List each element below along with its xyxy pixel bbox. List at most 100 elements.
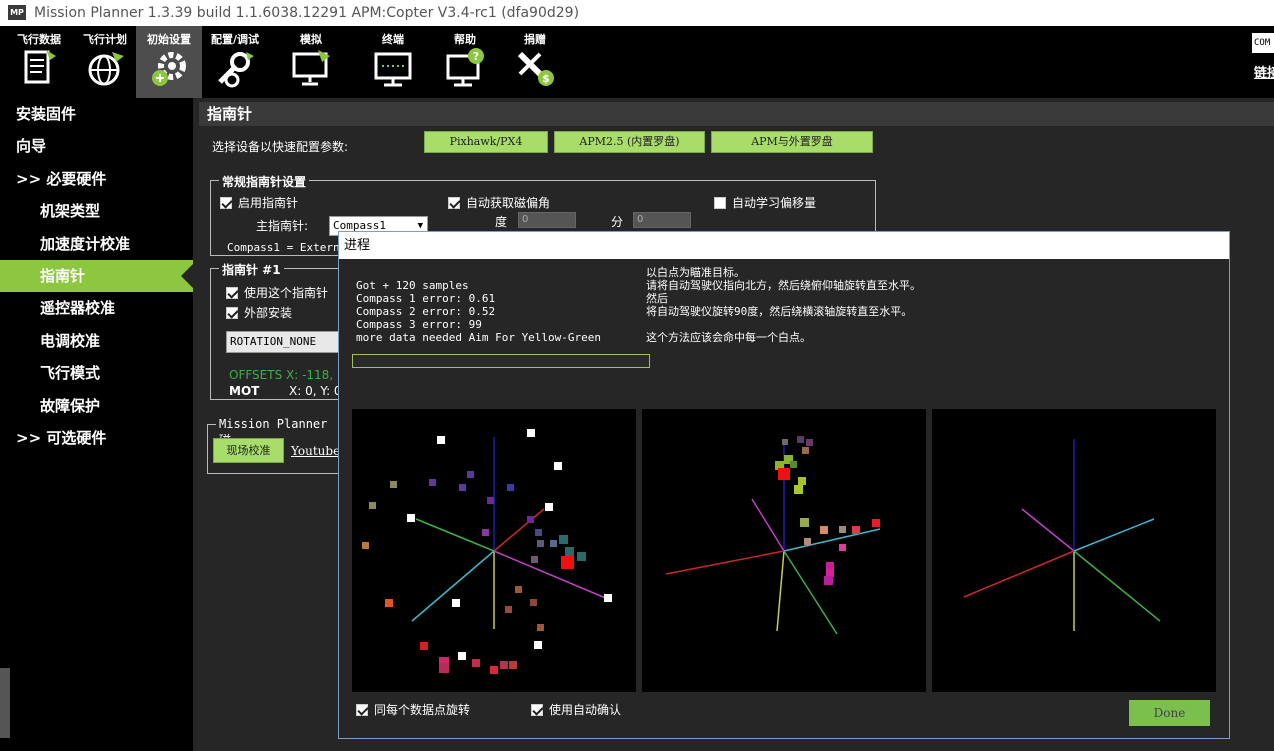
auto-accept-checkbox[interactable]: 使用自动确认 [531,701,621,718]
sidebar-item-compass[interactable]: 指南针 [0,259,193,293]
toolbar-label: 模拟 [300,33,322,46]
axis-line [751,498,785,552]
sidebar-item-mandatory-hardware[interactable]: >> 必要硬件 [0,163,193,195]
minute-input[interactable]: 0 [633,212,691,228]
rotation-select[interactable]: ROTATION_NONE [226,331,342,353]
sidebar-scroll-handle[interactable] [0,668,10,738]
toolbar-label: 捐赠 [524,33,546,46]
sample-point [826,569,834,577]
axis-line [665,550,785,575]
sidebar-item-label: 指南针 [40,266,86,285]
sidebar-item-optional-hardware[interactable]: >> 可选硬件 [0,422,193,454]
sidebar-item-failsafe[interactable]: 故障保护 [0,390,193,422]
done-button[interactable]: Done [1129,700,1210,726]
preset-apm-external-button[interactable]: APM与外置罗盘 [711,131,873,153]
checkbox-label: 同每个数据点旋转 [374,703,471,717]
toolbar-flight-plan[interactable]: 飞行计划 [72,26,138,98]
axis-line [963,550,1075,598]
com-port-select[interactable]: COM [1252,33,1274,53]
mot-label: MOT [229,384,260,398]
offsets-readout: OFFSETS X: -118, [229,368,334,382]
sample-point [794,485,803,494]
flight-plan-icon [88,52,124,86]
sidebar-item-wizard[interactable]: 向导 [0,130,193,162]
sample-point [505,606,512,613]
toolbar-initial-setup[interactable]: 初始设置 [136,26,202,98]
rotate-with-points-checkbox[interactable]: 同每个数据点旋转 [356,701,470,718]
toolbar-simulation[interactable]: 模拟 [278,26,344,98]
checkbox-label: 使用这个指南针 [244,286,329,300]
sample-point [537,624,544,631]
mot-readout: X: 0, Y: 0 [289,384,342,398]
toolbar-help[interactable]: 帮助 ? [432,26,498,98]
checkbox-box [220,197,232,209]
sidebar-item-frame-type[interactable]: 机架类型 [0,195,193,227]
axis-line [1021,508,1075,552]
sidebar-item-accel-calibration[interactable]: 加速度计校准 [0,228,193,260]
instruction-line: 请将自动驾驶仪指向北方，然后绕俯仰轴旋转直至水平。 [646,279,921,292]
sample-point [565,547,574,556]
sample-point [490,666,498,674]
preset-label: 选择设备以快速配置参数: [212,140,349,154]
toolbar-donate[interactable]: 捐赠 $ [502,26,568,98]
sample-point [577,552,586,561]
connect-button[interactable]: 链接 [1254,62,1274,81]
log-line: Compass 3 error: 99 [356,318,482,331]
group-title: 指南针 #1 [219,261,284,278]
external-mount-checkbox[interactable]: 外部安装 [226,304,292,321]
toolbar-terminal[interactable]: 终端 [360,26,426,98]
youtube-link[interactable]: Youtube [291,444,340,458]
target-point [437,436,445,444]
auto-declination-checkbox[interactable]: 自动获取磁偏角 [448,194,550,211]
sidebar-item-install-firmware[interactable]: 安装固件 [0,98,193,130]
toolbar-label: 配置/调试 [210,33,260,46]
app-logo: MP [8,5,26,20]
sample-point [800,518,809,527]
calibration-log: Got + 120 samples Compass 1 error: 0.61 … [356,279,601,344]
toolbar-config-tuning[interactable]: 配置/调试 [202,26,268,98]
sample-point [459,484,466,491]
sample-point [802,447,809,454]
target-point [452,599,460,607]
auto-learn-offsets-checkbox[interactable]: 自动学习偏移量 [714,194,816,211]
page-title: 指南针 [199,102,1274,126]
calibration-progress-dialog: 进程 Got + 120 samples Compass 1 error: 0.… [338,231,1230,739]
use-compass1-checkbox[interactable]: 使用这个指南针 [226,284,328,301]
sample-point [839,544,846,551]
checkbox-box [448,197,460,209]
checkbox-box [714,197,726,209]
sample-point [527,516,534,523]
sample-point [852,526,860,534]
sidebar-item-flight-modes[interactable]: 飞行模式 [0,357,193,389]
sample-point [535,529,542,536]
degree-input[interactable]: 0 [518,212,576,228]
live-calibration-button[interactable]: 现场校准 [213,438,284,463]
sample-point [439,663,449,673]
sample-point [390,481,397,488]
sidebar-item-esc-calibration[interactable]: 电调校准 [0,325,193,357]
sample-point [509,661,517,669]
target-point [534,641,542,649]
minute-label: 分 [611,215,624,229]
checkbox-label: 自动获取磁偏角 [466,196,551,210]
toolbar-flight-data[interactable]: 飞行数据 [6,26,72,98]
preset-apm25-button[interactable]: APM2.5 (内置罗盘) [554,131,705,153]
sample-point [804,538,811,545]
preset-pixhawk-button[interactable]: Pixhawk/PX4 [424,131,548,153]
sample-point [420,642,428,650]
axis-line [411,550,495,622]
sample-point [531,556,538,563]
target-point [407,514,415,522]
sample-point [797,436,804,443]
checkbox-label: 启用指南针 [238,196,299,210]
axis-line [776,550,785,632]
toolbar-label: 飞行数据 [17,33,61,46]
sample-point [515,586,522,593]
sample-point [778,468,790,480]
sidebar-item-radio-calibration[interactable]: 遥控器校准 [0,292,193,324]
enable-compass-checkbox[interactable]: 启用指南针 [220,194,298,211]
sample-point [362,542,369,549]
svg-text:$: $ [542,72,550,85]
sample-point [487,497,494,504]
sample-points [362,429,612,674]
